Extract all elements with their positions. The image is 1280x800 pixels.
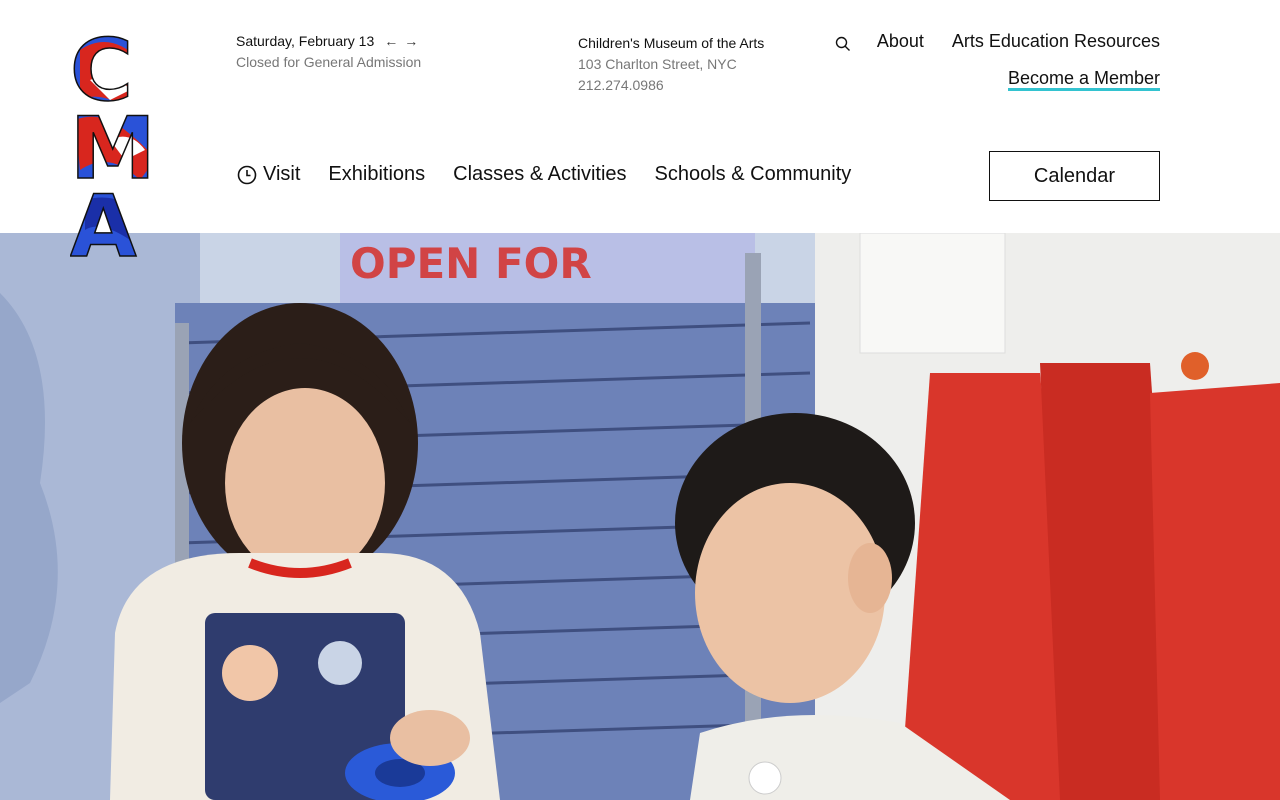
nav-item-classes[interactable]: Classes & Activities (453, 163, 626, 186)
date-row: Saturday, February 13 ← → (236, 33, 421, 49)
museum-address: Children's Museum of the Arts 103 Charlt… (578, 33, 764, 96)
next-date-arrow-icon[interactable]: → (404, 34, 418, 48)
become-member-link[interactable]: Become a Member (1007, 68, 1160, 91)
search-icon[interactable] (834, 35, 852, 53)
logo-letter-a: A (70, 177, 137, 260)
calendar-button[interactable]: Calendar (989, 151, 1160, 201)
admission-status: Closed for General Admission (236, 54, 422, 70)
hero-photo: OPEN FOR (0, 233, 1280, 800)
nav-item-visit[interactable]: Visit (237, 163, 300, 186)
museum-phone[interactable]: 212.274.0986 (578, 75, 764, 96)
museum-street[interactable]: 103 Charlton Street, NYC (578, 54, 764, 75)
date-block: Saturday, February 13 ← → Closed for Gen… (236, 33, 421, 70)
museum-name: Children's Museum of the Arts (578, 35, 765, 51)
about-link[interactable]: About (877, 31, 924, 52)
arts-education-resources-link[interactable]: Arts Education Resources (952, 31, 1160, 52)
svg-text:OPEN FOR: OPEN FOR (350, 239, 592, 288)
prev-date-arrow-icon[interactable]: ← (384, 34, 398, 48)
main-nav: Visit Exhibitions Classes & Activities S… (237, 163, 851, 186)
site-header: C M A Saturday, February 13 ← → Closed f… (0, 0, 1280, 260)
nav-item-exhibitions[interactable]: Exhibitions (328, 163, 425, 186)
hero-image: OPEN FOR (0, 233, 1280, 800)
clock-icon (237, 165, 257, 184)
cma-logo[interactable]: C M A (70, 30, 162, 260)
current-date: Saturday, February 13 (236, 33, 375, 49)
nav-item-schools[interactable]: Schools & Community (655, 163, 852, 186)
nav-item-visit-label: Visit (263, 163, 301, 185)
utility-nav: About Arts Education Resources (877, 31, 1160, 52)
